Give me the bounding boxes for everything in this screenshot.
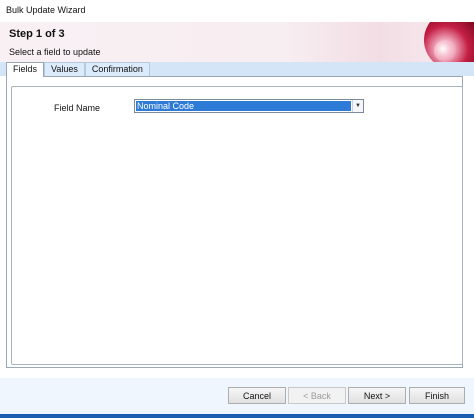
tab-fields[interactable]: Fields xyxy=(6,62,45,77)
fields-group: Field Name Nominal Code ▼ xyxy=(11,86,463,365)
step-subtitle: Select a field to update xyxy=(9,47,101,57)
field-name-label: Field Name xyxy=(54,103,101,113)
wizard-footer: Cancel < Back Next > Finish xyxy=(0,378,474,418)
tab-bar: Fields Values Confirmation xyxy=(6,62,150,77)
field-name-dropdown[interactable]: Nominal Code ▼ xyxy=(134,99,364,113)
tab-confirmation[interactable]: Confirmation xyxy=(84,62,150,76)
window-title: Bulk Update Wizard xyxy=(6,5,86,15)
step-indicator: Step 1 of 3 xyxy=(9,28,65,40)
tab-panel: Field Name Nominal Code ▼ xyxy=(6,76,463,368)
finish-button[interactable]: Finish xyxy=(409,387,465,404)
cancel-button[interactable]: Cancel xyxy=(228,387,286,404)
wizard-header: Step 1 of 3 Select a field to update xyxy=(0,22,474,62)
back-button[interactable]: < Back xyxy=(288,387,346,404)
window-bottom-edge xyxy=(0,414,474,418)
decorative-glint-icon xyxy=(434,40,456,62)
field-name-selected-value: Nominal Code xyxy=(136,101,351,111)
next-button[interactable]: Next > xyxy=(348,387,406,404)
chevron-down-icon[interactable]: ▼ xyxy=(352,100,363,112)
tab-values[interactable]: Values xyxy=(44,62,85,76)
title-bar: Bulk Update Wizard xyxy=(0,0,474,23)
